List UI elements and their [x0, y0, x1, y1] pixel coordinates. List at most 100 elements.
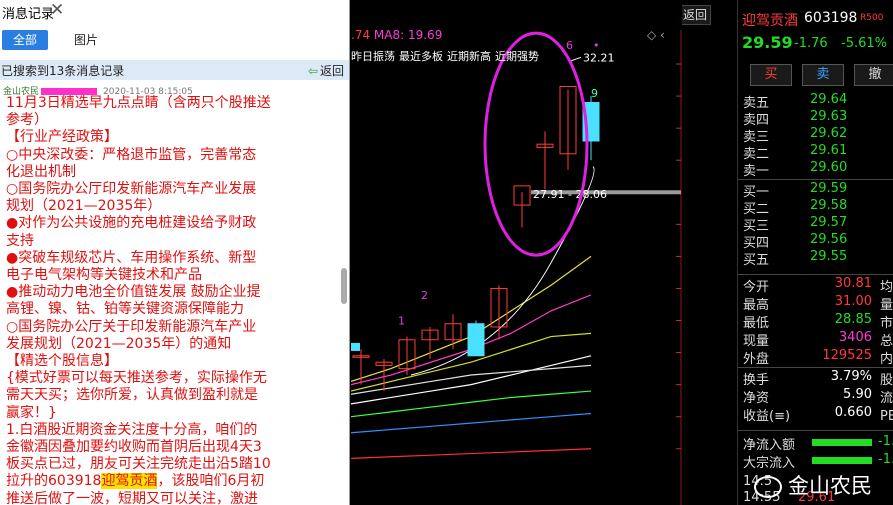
stat-label: 最高 [743, 298, 770, 313]
pattern-label[interactable]: 昨日振荡 [351, 50, 395, 63]
ask-row[interactable]: 卖三 29.62 [738, 126, 893, 145]
stat-label-2: 均价 [880, 280, 893, 295]
stat-row: 今开 30.81 均价 [738, 276, 893, 295]
ask-price: 29.61 [810, 143, 848, 158]
highlighted-stock-name: 迎驾贡酒 [101, 473, 158, 490]
stat-value: 30.81 [834, 276, 872, 291]
stat-row: 收益(≡) 0.660 PE(动 [738, 405, 893, 424]
message-body: 11月3日精选早九点点睛（含两只个股推送 参考） 【行业产经政策】 ○中央深改委：严格… [6, 95, 339, 505]
stat-value: 129525 [822, 348, 872, 363]
sell-button[interactable]: 卖 [802, 64, 844, 86]
stat-row: 净资 5.90 流通 [738, 387, 893, 406]
message-line: 板买点已过，朋友可关注完统走出沿5踏10 [6, 456, 271, 473]
pattern-labels: 昨日振荡 最近多板 近期新高 近期强势 [351, 48, 543, 64]
bid-row[interactable]: 买五 29.55 [738, 249, 893, 268]
bid-row[interactable]: 买三 29.57 [738, 215, 893, 234]
cancel-order-button[interactable]: 撤 [854, 64, 893, 86]
candle-body [467, 323, 485, 357]
line-text: ，该股咱们6月初 [157, 473, 265, 490]
bid-row[interactable]: 买一 29.59 [738, 181, 893, 200]
message-panel-titlebar: 消息记录 ✕ [0, 0, 349, 24]
stat-label-2: 市值 [880, 316, 893, 331]
message-line: 1.白酒股近期资金关注度十分高，咱们的 [6, 421, 258, 438]
back-button[interactable]: ⇦ 返回 [308, 62, 344, 79]
stat-row: 最低 28.85 市值 [738, 312, 893, 331]
ask-row[interactable]: 卖五 29.64 [738, 92, 893, 111]
count-label: 6 [566, 39, 573, 52]
stat-value: 3.79% [830, 369, 872, 384]
message-line: ●推动动力电池全价值链发展 鼓励企业提 [6, 284, 261, 301]
ask-price: 29.63 [810, 109, 848, 124]
bid-price: 29.55 [810, 249, 848, 264]
message-line: 金徽酒因叠加要约收购而首阴后出现4天3 [6, 439, 262, 456]
ask-price: 29.62 [810, 126, 848, 141]
fund-flow-row: 大宗流入 -1. [738, 452, 893, 471]
bid-row[interactable]: 买四 29.56 [738, 232, 893, 251]
message-line: 推送后做了一波，短期又可以关注，激进 [6, 490, 258, 505]
kline-chart[interactable]: 20.0021.0022.0023.0024.0025.0026.0027.00… [351, 0, 682, 505]
ask-row[interactable]: 卖一 29.60 [738, 160, 893, 179]
stat-row: 最高 31.00 量比 [738, 294, 893, 313]
message-line: {模式好票可以每天推送参考，实际操作无 [6, 370, 267, 387]
count-label: 9 [591, 87, 598, 100]
message-line: 赢家！} [6, 404, 57, 421]
ask-price: 29.64 [810, 92, 848, 107]
stat-label: 换手 [743, 373, 770, 388]
stat-label-2: 内盘 [880, 352, 893, 367]
message-line: 化退出机制 [6, 163, 76, 180]
pattern-label[interactable]: 最近多板 [399, 50, 443, 63]
price-change-pct: -5.61% [841, 36, 887, 51]
count-label: 1 [398, 315, 405, 328]
divider [738, 274, 893, 275]
message-line: 11月3日精选早九点点睛（含两只个股推送 [6, 95, 271, 111]
stat-value: 28.85 [834, 312, 872, 327]
message-line: 参考） [6, 112, 48, 129]
stat-value: 5.90 [843, 387, 872, 402]
stat-value: 0.660 [834, 405, 872, 420]
diamond-icon[interactable]: ◇ ‹ [647, 28, 665, 42]
stock-name: 迎驾贡酒 [742, 13, 798, 29]
tab-images[interactable]: 图片 [74, 30, 108, 50]
buy-button[interactable]: 买 [750, 64, 792, 86]
bid-price: 29.59 [810, 181, 848, 196]
ask-row[interactable]: 卖二 29.61 [738, 143, 893, 162]
r-tag: R500 [860, 13, 884, 23]
stat-label: 最低 [743, 316, 770, 331]
stock-code: 603198 [804, 10, 858, 26]
watermark-text: 金山农民 [788, 474, 872, 498]
pattern-label[interactable]: 近期新高 [447, 50, 491, 63]
count-label: 2 [421, 289, 428, 302]
flow-bar [812, 439, 872, 446]
flow-label: 净流入额 [743, 438, 796, 453]
ask-price: 29.60 [810, 160, 848, 175]
candle-body [351, 342, 360, 351]
divider [738, 367, 893, 368]
flow-label: 大宗流入 [743, 456, 796, 471]
bid-row[interactable]: 买二 29.58 [738, 198, 893, 217]
close-icon[interactable]: ✕ [50, 0, 64, 20]
message-scrollbar[interactable] [341, 268, 347, 304]
line-text: 拉升的603918 [6, 473, 102, 490]
search-result-text: 已搜索到13条消息记录 [1, 64, 125, 78]
redacted-mask [41, 88, 98, 95]
toolbar-button-8[interactable]: 返回 [679, 5, 711, 25]
ask-level: 卖一 [743, 164, 770, 179]
stat-value: 3406 [838, 330, 872, 345]
pattern-label[interactable]: 近期强势 [495, 50, 539, 63]
tab-all[interactable]: 全部 [2, 30, 48, 50]
message-panel-title: 消息记录 [2, 7, 55, 22]
message-line: ●突破车规级芯片、车用操作系统、新型 [6, 249, 257, 266]
stat-label: 今开 [743, 280, 770, 295]
stat-label-2: 量比 [880, 298, 893, 313]
ask-row[interactable]: 卖四 29.63 [738, 109, 893, 128]
highlight-ellipse [483, 31, 589, 257]
divider [738, 430, 893, 431]
message-line: 发展规划（2021—2035年）的通知 [6, 335, 232, 352]
flow-bar [812, 457, 872, 464]
ma250-line [351, 412, 592, 434]
high-price-label: 32.21 [583, 51, 615, 64]
quote-panel: 迎驾贡酒 603198 R500 29.59 -1.76 -5.61% 买 卖 … [737, 0, 893, 505]
stat-label-2: PE(动 [880, 409, 893, 424]
flow-value: -1. [878, 452, 893, 467]
ma-indicator-line: .74 MA8: 19.69 ◇ ‹ [351, 28, 665, 42]
